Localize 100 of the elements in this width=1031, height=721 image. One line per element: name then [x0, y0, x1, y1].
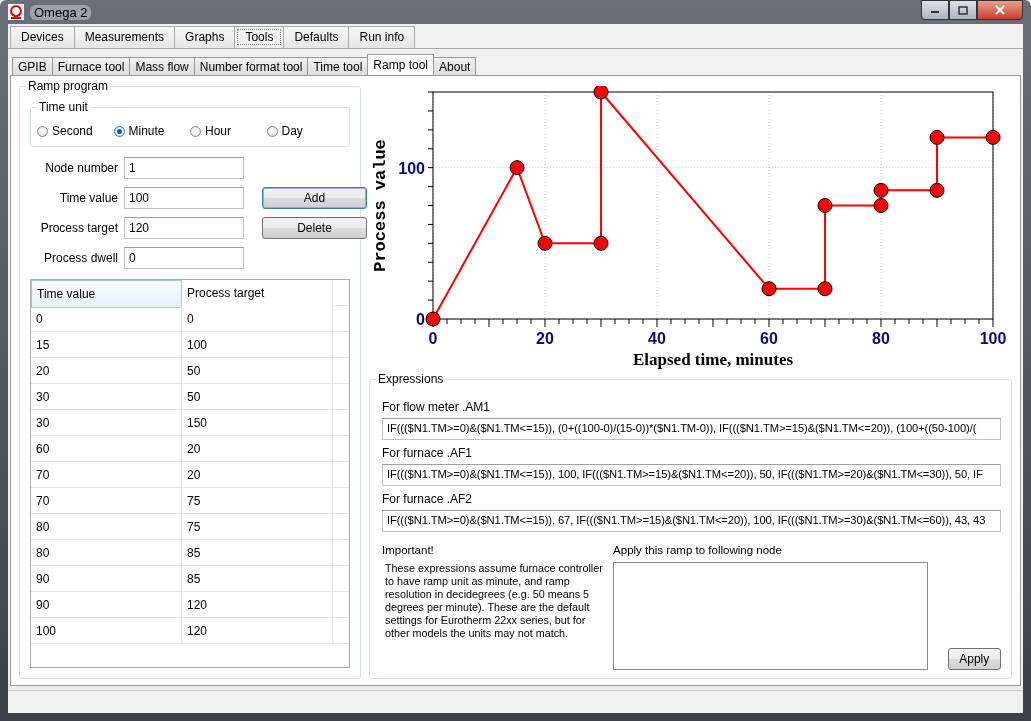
input-field[interactable]: 1 [124, 157, 244, 179]
table-cell: 50 [182, 358, 333, 384]
x-axis-title: Elapsed time, minutes [632, 350, 794, 369]
radio-button[interactable] [266, 125, 278, 137]
table-cell: 90 [31, 566, 182, 592]
group-title: Expressions [376, 372, 446, 386]
radio-button[interactable] [113, 125, 125, 137]
tab[interactable]: Furnace tool [51, 57, 131, 75]
table-cell: 20 [182, 462, 333, 488]
expression-field[interactable]: IF((($N1.TM>=0)&($N1.TM<=15)), (0+((100-0)/(15-0))*($N1.TM-0)), IF((($N1.TM>=15)&($N1.TM<=20)), (100+((50-100)/( [382, 418, 1001, 440]
data-point [817, 198, 833, 213]
y-tick-label: 0 [416, 311, 425, 328]
tab[interactable]: Defaults [283, 26, 350, 48]
x-tick-label: 100 [979, 330, 1007, 347]
field-label: For furnace .AF1 [382, 445, 474, 462]
tab[interactable]: GPIB [12, 57, 53, 75]
tab[interactable]: About [433, 57, 477, 75]
table-cell: 0 [182, 306, 333, 332]
data-point [593, 235, 609, 251]
expression-field[interactable]: IF((($N1.TM>=0)&($N1.TM<=15)), 67, IF((($N1.TM>=15)&($N1.TM<=20)), 100, IF((($N1.TM>=30)&($N1.TM<=60)), 43, 43 [382, 510, 1001, 532]
table-cell: 85 [182, 540, 333, 566]
column-header[interactable]: Process target [182, 280, 333, 308]
tab[interactable]: Time tool [307, 57, 369, 75]
table-cell: 30 [31, 384, 182, 410]
field-label: Process dwell [42, 251, 118, 265]
data-point [761, 281, 777, 297]
field-label: Time value [58, 191, 118, 205]
input-field[interactable]: 120 [124, 217, 244, 239]
input-field[interactable]: 100 [124, 187, 244, 209]
table-cell: 60 [31, 436, 182, 462]
apply-button[interactable]: Apply [947, 648, 1001, 670]
table-cell: 120 [182, 592, 333, 618]
table-cell: 100 [182, 332, 333, 358]
column-header[interactable]: Time value [31, 280, 182, 308]
data-point [425, 311, 441, 327]
close-button[interactable] [977, 0, 1023, 20]
radio-button[interactable] [37, 125, 48, 137]
data-point [985, 129, 1001, 145]
expression-field[interactable]: IF((($N1.TM>=0)&($N1.TM<=15)), 100, IF((($N1.TM>=15)&($N1.TM<=20)), 50, IF((($N1.TM>=20)&($N1.TM<=30)), 50, IF [382, 464, 1001, 486]
note-text: These expressions assume furnace controller to have ramp unit as minute, and ramp resolution in decidegrees (e.g. 50 means 5 degrees per minute). These are the default settings for Eurotherm 22xx series, but for other models the units may not match. [384, 562, 604, 640]
data-point [509, 160, 525, 176]
tab[interactable]: Graphs [174, 26, 236, 48]
table-cell: 120 [182, 618, 333, 644]
table-cell: 70 [31, 488, 182, 514]
group-title: Time unit [37, 100, 90, 114]
x-tick-label: 40 [648, 330, 666, 347]
data-point [929, 182, 945, 198]
input-field[interactable]: 0 [124, 247, 244, 269]
field-label: Apply this ramp to following node [613, 544, 783, 556]
window-title: Omega 2 [30, 4, 92, 20]
maximize-icon [958, 5, 968, 15]
data-point [537, 235, 553, 251]
data-point [873, 198, 889, 213]
y-tick-label: 100 [398, 159, 425, 177]
data-point [873, 182, 889, 198]
maximize-button[interactable] [949, 0, 977, 20]
node-list-box[interactable] [613, 562, 928, 670]
tab[interactable]: Measurements [73, 26, 176, 48]
radio-label[interactable]: Day [281, 124, 303, 138]
radio-button[interactable] [190, 125, 201, 137]
table-cell: 20 [31, 358, 182, 384]
radio-label[interactable]: Second [52, 124, 93, 138]
table-cell: 75 [182, 514, 333, 540]
field-label: For flow meter .AM1 [382, 399, 492, 416]
x-tick-label: 80 [872, 330, 890, 347]
tab[interactable]: Ramp tool [367, 54, 435, 75]
x-tick-label: 60 [760, 330, 778, 347]
table-cell: 85 [182, 566, 333, 592]
tab[interactable]: Devices [10, 26, 75, 48]
table-cell: 30 [31, 410, 182, 436]
radio-label[interactable]: Hour [205, 124, 231, 138]
table-cell: 80 [31, 514, 182, 540]
add-button[interactable]: Add [262, 187, 367, 209]
minimize-button[interactable] [921, 0, 949, 20]
table-cell: 150 [182, 410, 333, 436]
x-tick-label: 0 [428, 330, 438, 347]
delete-button[interactable]: Delete [262, 217, 367, 239]
tab[interactable]: Run info [348, 26, 416, 48]
field-label: For furnace .AF2 [382, 491, 474, 508]
tab[interactable]: Mass flow [129, 57, 195, 75]
field-label: Node number [44, 161, 118, 175]
tab[interactable]: Number format tool [193, 57, 309, 75]
field-label: Process target [39, 221, 118, 235]
tab[interactable]: Tools [234, 26, 285, 48]
table-cell: 75 [182, 488, 333, 514]
data-point [929, 129, 945, 145]
close-icon [994, 5, 1006, 15]
table-cell: 100 [31, 618, 182, 644]
radio-label[interactable]: Minute [128, 124, 165, 138]
table-cell: 0 [31, 306, 182, 332]
note-title: Important! [382, 544, 435, 556]
group-title: Ramp program [26, 79, 111, 93]
table-cell: 80 [31, 540, 182, 566]
y-axis-title: Process value [371, 139, 390, 272]
table-cell: 70 [31, 462, 182, 488]
omega-icon [8, 4, 24, 20]
table-cell: 90 [31, 592, 182, 618]
x-tick-label: 20 [536, 330, 554, 347]
table-cell: 20 [182, 436, 333, 462]
data-point [817, 281, 833, 297]
